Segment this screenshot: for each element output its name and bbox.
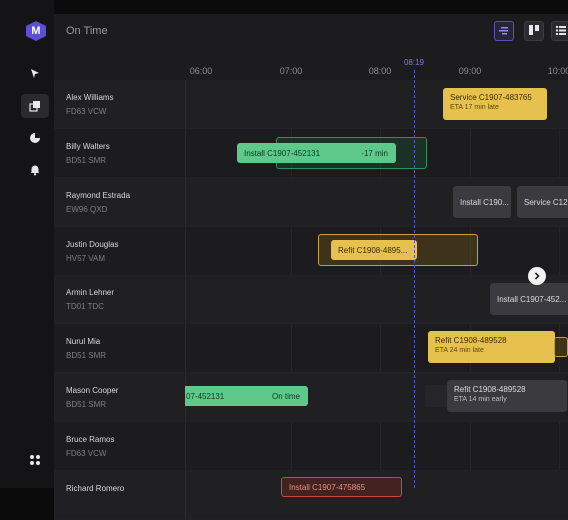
timeline-header: 06:00 07:00 08:00 09:00 10:00: [54, 50, 568, 81]
job-status: -17 min: [361, 149, 388, 158]
time-tick: 10:00: [547, 66, 568, 76]
list-view-icon: [556, 22, 566, 40]
resource-name: Richard Romero: [66, 484, 125, 493]
resource-cell: Armin Lehner TD01 TDC: [54, 275, 186, 323]
time-tick: 08:00: [368, 66, 392, 76]
job-card[interactable]: Install C1907-452...: [490, 283, 568, 315]
schedule-rows: Alex Williams FD63 VCW Billy Walters BD5…: [54, 80, 568, 520]
app-logo[interactable]: M: [26, 21, 46, 41]
resource-name: Armin Lehner: [66, 288, 115, 297]
resource-cell: Alex Williams FD63 VCW: [54, 80, 186, 128]
resource-cell: Billy Walters BD51 SMR: [54, 129, 186, 177]
resource-name: Bruce Ramos: [66, 435, 115, 444]
main-panel: On Time 06:00 07:00 08:00 09:00 10:00 08…: [54, 14, 568, 520]
job-card[interactable]: Install C1907-475865: [281, 477, 402, 497]
job-eta: ETA 17 min late: [450, 104, 499, 111]
bell-icon[interactable]: [21, 158, 49, 182]
resource-name: Mason Cooper: [66, 386, 119, 395]
job-eta: ETA 24 min late: [435, 347, 484, 354]
resource-cell: Richard Romero: [54, 471, 186, 519]
vehicle-reg: EW96 QXD: [66, 205, 108, 214]
job-title: Install C190...: [460, 198, 509, 207]
resource-name: Billy Walters: [66, 142, 110, 151]
job-title: Install C1907-452...: [497, 295, 567, 304]
vehicle-reg: BD51 SMR: [66, 351, 107, 360]
resource-cell: Nurul Mia BD51 SMR: [54, 324, 186, 372]
logo-letter: M: [31, 25, 41, 37]
vehicle-reg: BD51 SMR: [66, 156, 107, 165]
job-card[interactable]: Refit C1908-489528 ETA 14 min early: [447, 380, 567, 412]
job-card[interactable]: Install C1907-452131 -17 min: [237, 143, 396, 163]
timeline-view-icon: [499, 22, 509, 40]
resource-cell: Raymond Estrada EW96 QXD: [54, 178, 186, 226]
vehicle-reg: TD01 TDC: [66, 302, 105, 311]
resource-cell: Justin Douglas HV57 VAM: [54, 227, 186, 275]
time-tick: 09:00: [458, 66, 482, 76]
board-view-button[interactable]: [524, 21, 544, 41]
page-title: On Time: [66, 25, 108, 37]
timeline-view-button[interactable]: [494, 21, 514, 41]
job-eta: ETA 14 min early: [454, 396, 507, 403]
layers-icon[interactable]: [21, 94, 49, 118]
current-time-label: 08:19: [403, 58, 425, 67]
sidebar: M: [0, 0, 54, 488]
job-planned-window: [554, 337, 568, 357]
resource-name: Alex Williams: [66, 93, 114, 102]
vehicle-reg: HV57 VAM: [66, 254, 105, 263]
resource-name: Nurul Mia: [66, 337, 101, 346]
job-card[interactable]: Install C190...: [453, 186, 511, 218]
vehicle-reg: FD63 VCW: [66, 107, 107, 116]
job-title: Refit C1908-489528: [435, 336, 507, 345]
list-view-button[interactable]: [551, 21, 568, 41]
job-title: 07-452131: [186, 392, 225, 401]
job-title: Refit C1908-489528: [454, 385, 526, 394]
vehicle-reg: BD51 SMR: [66, 400, 107, 409]
job-card[interactable]: Refit C1908-489528 ETA 24 min late: [428, 331, 555, 363]
resource-cell: Bruce Ramos FD63 VCW: [54, 422, 186, 470]
job-card[interactable]: 07-452131 On time: [185, 386, 308, 406]
time-tick: 06:00: [189, 66, 213, 76]
job-card[interactable]: Service C12...: [517, 186, 568, 218]
topbar: On Time: [54, 14, 568, 50]
job-title: Service C1907-483765: [450, 93, 532, 102]
job-card[interactable]: Refit C1908-4895...: [331, 240, 417, 260]
current-time-line: [414, 70, 415, 488]
resource-name: Justin Douglas: [66, 240, 119, 249]
resource-name: Raymond Estrada: [66, 191, 131, 200]
table-row[interactable]: Bruce Ramos FD63 VCW: [54, 422, 568, 471]
job-title: Refit C1908-4895...: [338, 246, 408, 255]
table-row[interactable]: Justin Douglas HV57 VAM: [54, 227, 568, 276]
job-title: Install C1907-452131: [244, 149, 321, 158]
apps-grid-icon[interactable]: [21, 448, 49, 472]
board-view-icon: [529, 22, 539, 40]
job-ghost-block: [425, 385, 447, 407]
job-title: Service C12...: [524, 198, 568, 207]
vehicle-reg: FD63 VCW: [66, 449, 107, 458]
scroll-right-button[interactable]: [528, 267, 546, 285]
job-status: On time: [271, 392, 300, 401]
pie-chart-icon[interactable]: [21, 126, 49, 150]
chevron-right-icon: [533, 267, 541, 285]
resource-cell: Mason Cooper BD51 SMR: [54, 373, 186, 421]
pointer-icon[interactable]: [21, 62, 49, 86]
job-card[interactable]: Service C1907-483765 ETA 17 min late: [443, 88, 547, 120]
time-tick: 07:00: [279, 66, 303, 76]
